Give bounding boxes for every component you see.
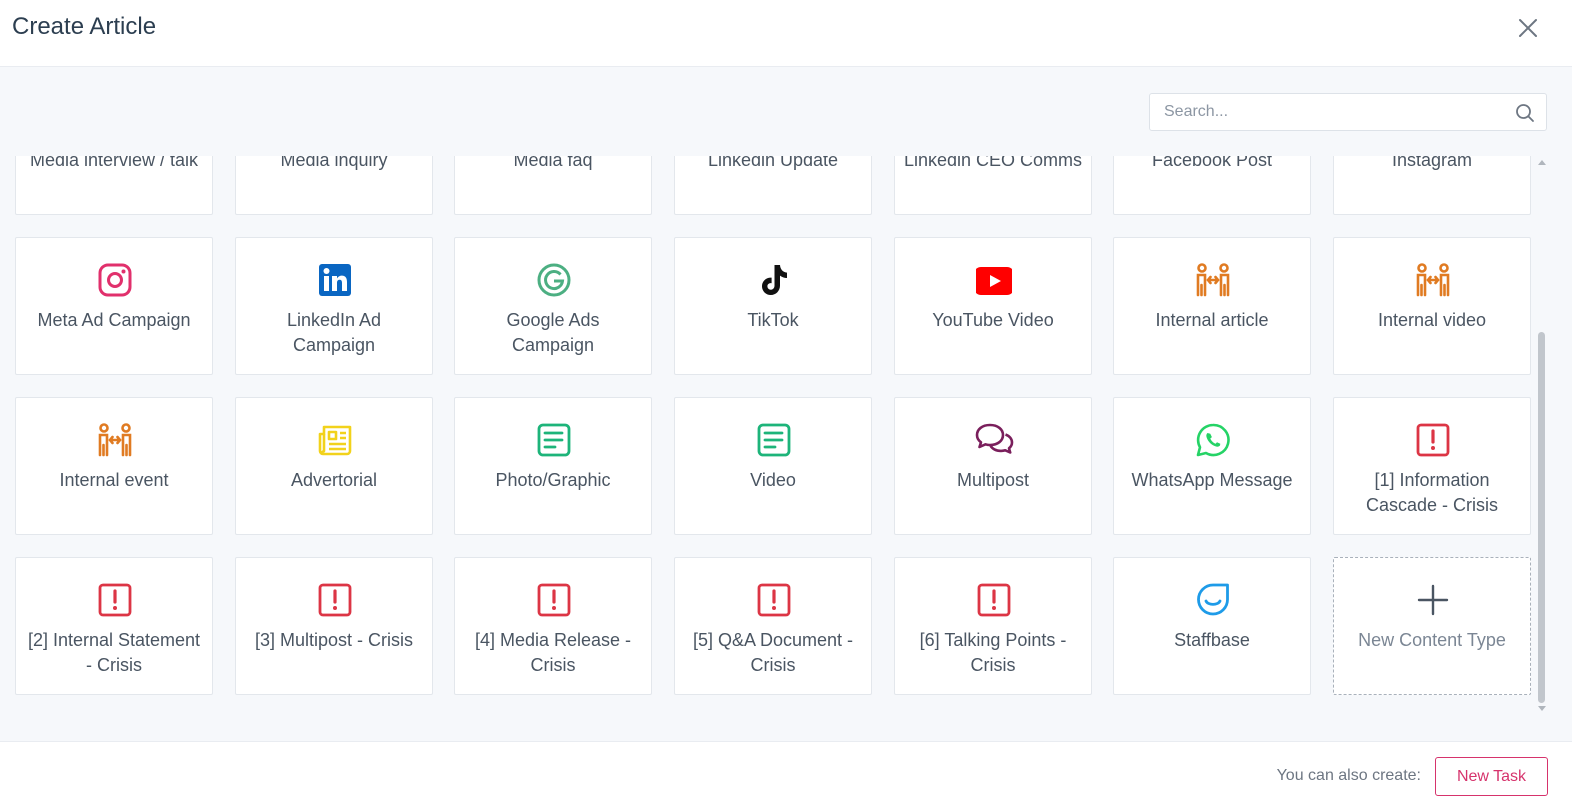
tile-linkedin-update[interactable]: Linkedin Update	[674, 156, 872, 215]
tile-meta-ad-campaign[interactable]: Meta Ad Campaign	[15, 237, 213, 375]
dialog-body: Media interview / talk Media inquiry Med…	[0, 67, 1572, 741]
tile-label: Multipost	[956, 470, 1030, 490]
tile-label: Video	[750, 470, 796, 490]
tile-facebook-post[interactable]: Facebook Post	[1113, 156, 1311, 215]
people-exchange-icon	[1415, 262, 1451, 298]
tile-talking-points-crisis[interactable]: [6] Talking Points - Crisis	[894, 557, 1092, 695]
newspaper-icon	[317, 422, 353, 458]
tile-label: Instagram	[1391, 156, 1473, 170]
tile-label: [2] Internal Statement - Crisis	[27, 630, 201, 675]
tile-label: Internal event	[59, 470, 169, 490]
tile-label: Media interview / talk	[29, 156, 199, 170]
tile-label: TikTok	[747, 310, 799, 330]
scroll-down-icon[interactable]	[1538, 706, 1546, 711]
tile-label: WhatsApp Message	[1131, 470, 1293, 490]
tile-label: YouTube Video	[932, 310, 1054, 330]
search-icon[interactable]	[1515, 103, 1535, 123]
also-create-label: You can also create:	[1276, 767, 1421, 784]
tile-label: [1] Information Cascade - Crisis	[1365, 470, 1499, 515]
plus-icon	[1415, 582, 1451, 618]
instagram-icon	[97, 262, 133, 298]
scrollbar[interactable]	[1536, 156, 1548, 718]
tile-label: Photo/Graphic	[495, 470, 611, 490]
alert-icon	[1415, 422, 1451, 458]
scrollbar-thumb[interactable]	[1538, 332, 1545, 703]
close-icon[interactable]	[1514, 14, 1542, 42]
people-exchange-icon	[1195, 262, 1231, 298]
tile-qa-document-crisis[interactable]: [5] Q&A Document - Crisis	[674, 557, 872, 695]
tile-label: LinkedIn Ad Campaign	[286, 310, 382, 355]
new-content-type-button[interactable]: New Content Type	[1333, 557, 1531, 695]
tile-youtube-video[interactable]: YouTube Video	[894, 237, 1092, 375]
tile-linkedin-ad-campaign[interactable]: LinkedIn Ad Campaign	[235, 237, 433, 375]
new-task-button[interactable]: New Task	[1435, 757, 1548, 796]
youtube-icon	[976, 262, 1012, 298]
tile-internal-video[interactable]: Internal video	[1333, 237, 1531, 375]
tile-staffbase[interactable]: Staffbase	[1113, 557, 1311, 695]
search-input[interactable]	[1150, 94, 1514, 130]
dialog-title: Create Article	[12, 13, 157, 40]
tile-label: Internal article	[1155, 310, 1269, 330]
alert-icon	[536, 582, 572, 618]
tile-linkedin-ceo-comms[interactable]: Linkedin CEO Comms	[894, 156, 1092, 215]
tile-tiktok[interactable]: TikTok	[674, 237, 872, 375]
tile-media-faq[interactable]: Media faq	[454, 156, 652, 215]
tile-instagram[interactable]: Instagram	[1333, 156, 1531, 215]
search-box	[1149, 93, 1547, 131]
tile-label: [3] Multipost - Crisis	[254, 630, 414, 650]
tiktok-icon	[756, 262, 792, 298]
dialog-footer: You can also create: New Task	[0, 741, 1572, 808]
tile-label: [6] Talking Points - Crisis	[919, 630, 1067, 675]
tile-photo-graphic[interactable]: Photo/Graphic	[454, 397, 652, 535]
tile-label: [4] Media Release - Crisis	[474, 630, 632, 675]
staffbase-icon	[1195, 582, 1231, 618]
tile-label: Advertorial	[290, 470, 378, 490]
tile-whatsapp-message[interactable]: WhatsApp Message	[1113, 397, 1311, 535]
scroll-up-icon[interactable]	[1538, 160, 1546, 165]
document-icon	[536, 422, 572, 458]
tile-label: Linkedin CEO Comms	[903, 156, 1083, 170]
tile-label: Meta Ad Campaign	[37, 310, 191, 330]
tile-google-ads-campaign[interactable]: Google Ads Campaign	[454, 237, 652, 375]
tile-label: Staffbase	[1174, 630, 1250, 650]
alert-icon	[756, 582, 792, 618]
tile-label: Media inquiry	[280, 156, 388, 170]
alert-icon	[97, 582, 133, 618]
dialog-header: Create Article	[0, 0, 1572, 67]
tile-label: Media faq	[513, 156, 593, 170]
tile-media-interview[interactable]: Media interview / talk	[15, 156, 213, 215]
alert-icon	[317, 582, 353, 618]
tile-label: Internal video	[1377, 310, 1487, 330]
google-icon	[536, 262, 572, 298]
tile-multipost[interactable]: Multipost	[894, 397, 1092, 535]
tile-internal-statement-crisis[interactable]: [2] Internal Statement - Crisis	[15, 557, 213, 695]
document-icon	[756, 422, 792, 458]
tile-label: [5] Q&A Document - Crisis	[692, 630, 854, 675]
whatsapp-icon	[1195, 422, 1231, 458]
tile-information-cascade-crisis[interactable]: [1] Information Cascade - Crisis	[1333, 397, 1531, 535]
tile-label: New Content Type	[1358, 630, 1506, 650]
content-type-list: Media interview / talk Media inquiry Med…	[0, 156, 1536, 718]
tile-media-inquiry[interactable]: Media inquiry	[235, 156, 433, 215]
linkedin-icon	[317, 262, 353, 298]
tile-label: Linkedin Update	[707, 156, 839, 170]
tile-internal-event[interactable]: Internal event	[15, 397, 213, 535]
tile-media-release-crisis[interactable]: [4] Media Release - Crisis	[454, 557, 652, 695]
tile-advertorial[interactable]: Advertorial	[235, 397, 433, 535]
tile-label: Google Ads Campaign	[506, 310, 600, 355]
people-exchange-icon	[97, 422, 133, 458]
alert-icon	[976, 582, 1012, 618]
chat-bubbles-icon	[975, 422, 1014, 458]
tile-multipost-crisis[interactable]: [3] Multipost - Crisis	[235, 557, 433, 695]
tile-video[interactable]: Video	[674, 397, 872, 535]
tile-label: Facebook Post	[1151, 156, 1273, 170]
tile-internal-article[interactable]: Internal article	[1113, 237, 1311, 375]
